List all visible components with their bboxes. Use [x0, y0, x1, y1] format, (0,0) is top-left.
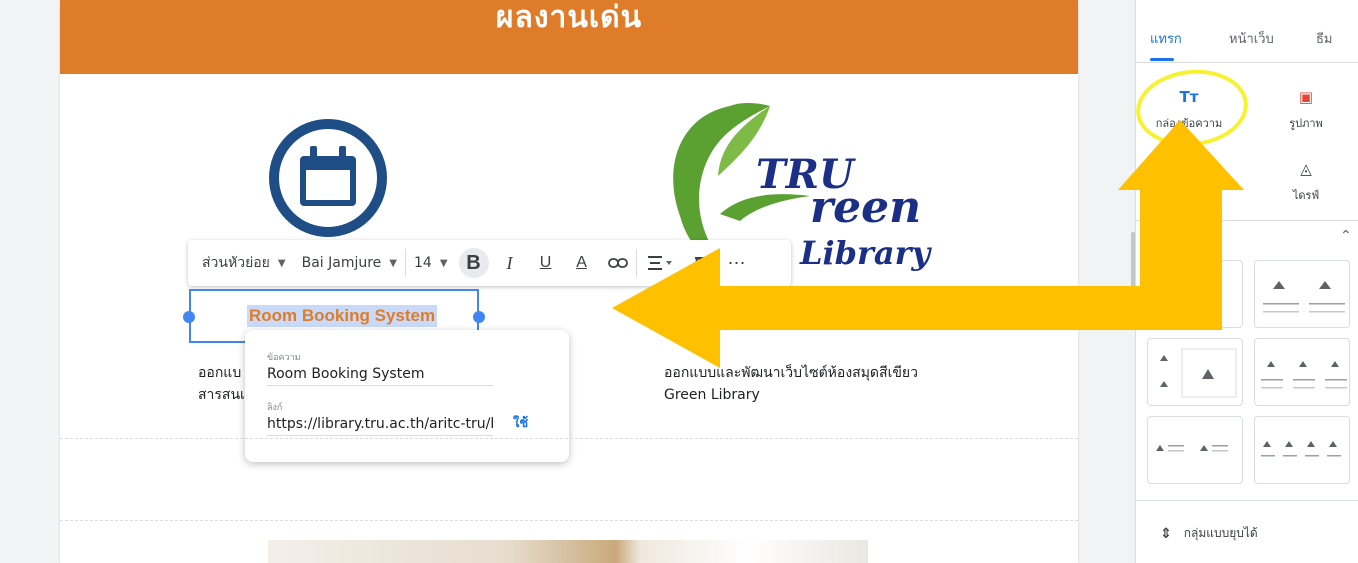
style-dropdown[interactable]: ส่วนหัวย่อย ▼: [188, 240, 294, 286]
collapse-icon: ⇕: [1160, 525, 1172, 542]
insert-image[interactable]: ▣ รูปภาพ: [1266, 88, 1346, 132]
left-description[interactable]: ออกแบ สารสนเ: [198, 362, 245, 406]
more-options-button[interactable]: ⋯: [722, 248, 752, 278]
calendar-icon[interactable]: [268, 118, 388, 238]
header-banner[interactable]: ผลงานเด่น: [60, 0, 1078, 74]
right-description-line: ออกแบบและพัฒนาเว็บไซต์ห้องสมุดสีเขียว: [664, 365, 918, 381]
insert-drive[interactable]: ◬ ไดรฟ์: [1266, 160, 1346, 204]
collapsible-group-label: กลุ่มแบบยุบได้: [1183, 526, 1258, 540]
layout-option[interactable]: [1147, 416, 1243, 484]
image-icon: ▣: [1298, 88, 1314, 106]
selected-heading-text[interactable]: Room Booking System: [247, 305, 438, 327]
layout-option[interactable]: [1147, 260, 1243, 328]
style-dropdown-label: ส่วนหัวย่อย: [202, 255, 270, 271]
chevron-up-icon[interactable]: ⌃: [1340, 228, 1352, 244]
apply-link-button[interactable]: ใช้: [513, 412, 528, 433]
link-text-label: ข้อความ: [267, 353, 301, 363]
italic-button[interactable]: I: [495, 248, 525, 278]
chevron-down-icon: ▼: [389, 257, 397, 269]
underline-button[interactable]: U: [531, 248, 561, 278]
font-dropdown[interactable]: Bai Jamjure ▼: [294, 240, 405, 286]
left-description-line: สารสนเ: [198, 387, 245, 403]
font-size-label: 14: [414, 255, 432, 271]
align-button[interactable]: [640, 248, 680, 278]
layout-option[interactable]: [1254, 338, 1350, 406]
drive-icon: ◬: [1300, 160, 1312, 178]
resize-handle-right[interactable]: [473, 311, 485, 323]
layouts-section-label: บ: [1153, 241, 1159, 251]
tab-insert[interactable]: แทรก: [1150, 28, 1182, 49]
link-button[interactable]: [603, 248, 633, 278]
layout-four-columns-icon: [1261, 441, 1341, 457]
chevron-down-icon: ▼: [439, 257, 448, 269]
link-text-field[interactable]: Room Booking System: [267, 366, 493, 386]
layout-option[interactable]: [1254, 416, 1350, 484]
tab-divider: [1136, 62, 1358, 63]
trash-icon: [694, 257, 707, 271]
right-description-line: Green Library: [664, 387, 760, 403]
banner-title[interactable]: ผลงานเด่น: [60, 0, 1078, 41]
font-size-dropdown[interactable]: 14 ▼: [406, 240, 456, 286]
section-divider: [1136, 500, 1358, 501]
link-url-label: ลิงก์: [267, 403, 283, 413]
section-divider: [60, 520, 1078, 521]
logo-green-text: reen: [810, 182, 921, 233]
logo-library-text: Library: [799, 234, 932, 272]
right-description[interactable]: ออกแบบและพัฒนาเว็บไซต์ห้องสมุดสีเขียว Gr…: [664, 362, 918, 406]
link-icon: [607, 258, 628, 268]
link-url-field[interactable]: https://library.tru.ac.th/aritc-tru/bo..…: [267, 416, 493, 436]
chevron-down-icon: ▼: [277, 257, 286, 269]
tab-pages[interactable]: หน้าเว็บ: [1229, 28, 1274, 49]
collapsible-group-item[interactable]: ⇕ กลุ่มแบบยุบได้: [1160, 524, 1258, 543]
insert-image-label: รูปภาพ: [1289, 117, 1323, 130]
section-photo[interactable]: [268, 540, 868, 563]
active-tab-indicator: [1150, 58, 1174, 61]
layout-option[interactable]: [1147, 338, 1243, 406]
layout-three-columns-icon: [1261, 361, 1347, 389]
resize-handle-left[interactable]: [183, 311, 195, 323]
link-edit-popup: ข้อความ Room Booking System ลิงก์ https:…: [245, 330, 569, 462]
text-color-button[interactable]: A: [567, 248, 597, 278]
align-center-icon: [647, 256, 672, 270]
section-divider: [60, 438, 1078, 439]
canvas-scrollbar[interactable]: [1131, 232, 1135, 312]
layout-two-images-icon: [1263, 281, 1345, 313]
font-dropdown-label: Bai Jamjure: [301, 255, 382, 271]
left-description-line: ออกแบ: [198, 365, 242, 381]
section-divider: [1136, 220, 1358, 221]
layout-image-text-pairs-icon: [1156, 445, 1228, 452]
text-format-toolbar: ส่วนหัวย่อย ▼ Bai Jamjure ▼ 14 ▼ B I U A…: [188, 240, 791, 286]
insert-drive-label: ไดรฟ์: [1292, 189, 1320, 202]
bold-button[interactable]: B: [458, 248, 489, 278]
delete-button[interactable]: [686, 248, 716, 278]
tab-themes[interactable]: ธีม: [1316, 28, 1333, 49]
toolbar-divider: [635, 249, 637, 277]
layout-option[interactable]: [1254, 260, 1350, 328]
layout-collage-icon: [1160, 348, 1237, 398]
